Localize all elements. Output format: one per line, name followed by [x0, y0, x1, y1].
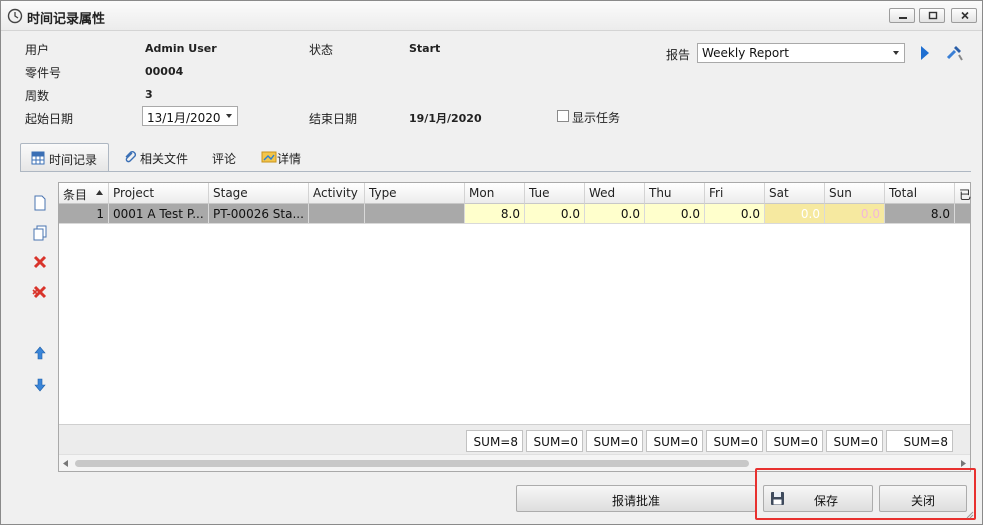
- column-header-sun[interactable]: Sun: [825, 183, 885, 204]
- column-header-stage[interactable]: Stage: [209, 183, 309, 204]
- grid-summary-row: SUM=8 SUM=0 SUM=0 SUM=0 SUM=0 SUM=0 SUM=…: [59, 424, 970, 454]
- chevron-down-icon: [226, 114, 232, 118]
- report-label: 报告: [666, 48, 691, 62]
- move-down-icon[interactable]: [32, 377, 48, 393]
- start-date-value: 13/1月/2020: [147, 111, 221, 125]
- tab-label: 详情: [277, 152, 302, 166]
- cell-approved[interactable]: [955, 204, 970, 224]
- column-header-approved[interactable]: 已: [955, 183, 971, 204]
- paperclip-icon: [125, 151, 136, 163]
- column-header-tue[interactable]: Tue: [525, 183, 585, 204]
- user-label: 用户: [25, 43, 50, 57]
- cell-thu[interactable]: 0.0: [645, 204, 705, 224]
- sum-total: SUM=8: [886, 430, 953, 452]
- cell-tue[interactable]: 0.0: [525, 204, 585, 224]
- column-header-project[interactable]: Project: [109, 183, 209, 204]
- sum-mon: SUM=8: [466, 430, 523, 452]
- column-header-sat[interactable]: Sat: [765, 183, 825, 204]
- minimize-icon: [899, 17, 907, 19]
- cell-wed[interactable]: 0.0: [585, 204, 645, 224]
- column-header-type[interactable]: Type: [365, 183, 465, 204]
- cell-type[interactable]: [365, 204, 465, 224]
- submit-for-approval-button[interactable]: 报请批准: [516, 485, 756, 512]
- time-record-properties-window: 时间记录属性 用户 Admin User 零件号 00004 周数 3 起始日期…: [0, 0, 983, 525]
- title-bar: 时间记录属性: [1, 1, 982, 31]
- report-value: Weekly Report: [702, 46, 789, 60]
- sum-wed: SUM=0: [586, 430, 643, 452]
- scroll-right-icon[interactable]: [961, 460, 966, 467]
- maximize-icon: [928, 11, 938, 20]
- status-label: 状态: [309, 43, 334, 57]
- tab-related-files[interactable]: 相关文件: [113, 143, 197, 171]
- close-icon: [961, 11, 969, 20]
- report-tools-icon[interactable]: [945, 43, 965, 63]
- chevron-down-icon: [893, 51, 899, 55]
- cell-activity[interactable]: [309, 204, 365, 224]
- part-number-value: 00004: [145, 65, 184, 78]
- cell-sun[interactable]: 0.0: [825, 204, 885, 224]
- scrollbar-thumb[interactable]: [75, 460, 749, 467]
- tab-label: 时间记录: [49, 153, 98, 167]
- sort-ascending-icon: [96, 190, 103, 195]
- time-records-grid[interactable]: 条目 Project Stage Activity Type Mon Tue W…: [58, 182, 971, 472]
- week-value: 3: [145, 88, 153, 101]
- details-icon: [261, 151, 277, 163]
- clock-gear-icon: [7, 8, 23, 24]
- grid-icon: [31, 151, 45, 165]
- cell-sat[interactable]: 0.0: [765, 204, 825, 224]
- window-title: 时间记录属性: [27, 12, 106, 27]
- highlight-box: [755, 468, 976, 520]
- column-header-fri[interactable]: Fri: [705, 183, 765, 204]
- sum-fri: SUM=0: [706, 430, 763, 452]
- sum-sat: SUM=0: [766, 430, 823, 452]
- tab-comments[interactable]: 评论: [203, 143, 247, 171]
- show-tasks-label: 显示任务: [572, 111, 621, 125]
- cell-fri[interactable]: 0.0: [705, 204, 765, 224]
- user-value: Admin User: [145, 42, 217, 55]
- tab-label: 评论: [212, 152, 237, 166]
- cell-mon[interactable]: 8.0: [465, 204, 525, 224]
- tab-details[interactable]: 详情: [251, 143, 311, 171]
- move-up-icon[interactable]: [32, 345, 48, 361]
- show-tasks-checkbox[interactable]: [557, 110, 569, 122]
- column-header-thu[interactable]: Thu: [645, 183, 705, 204]
- resize-grip-icon[interactable]: [964, 509, 974, 519]
- cell-project[interactable]: 0001 A Test P...: [109, 204, 209, 224]
- minimize-button[interactable]: [889, 8, 915, 23]
- start-date-picker[interactable]: 13/1月/2020: [142, 106, 238, 126]
- cell-stage[interactable]: PT-00026 Sta...: [209, 204, 309, 224]
- part-number-label: 零件号: [25, 66, 62, 80]
- close-window-button[interactable]: [951, 8, 977, 23]
- column-header-wed[interactable]: Wed: [585, 183, 645, 204]
- sum-thu: SUM=0: [646, 430, 703, 452]
- delete-all-icon[interactable]: [32, 284, 48, 300]
- delete-record-icon[interactable]: [32, 254, 48, 270]
- new-record-icon[interactable]: [32, 195, 48, 211]
- run-report-icon[interactable]: [919, 45, 931, 61]
- cell-entry[interactable]: 1: [59, 204, 109, 224]
- cell-total[interactable]: 8.0: [885, 204, 955, 224]
- tab-label: 相关文件: [140, 152, 189, 166]
- column-header-activity[interactable]: Activity: [309, 183, 365, 204]
- week-label: 周数: [25, 89, 50, 103]
- tab-time-records[interactable]: 时间记录: [20, 143, 109, 171]
- sum-tue: SUM=0: [526, 430, 583, 452]
- column-header-entry[interactable]: 条目: [59, 183, 109, 204]
- column-header-mon[interactable]: Mon: [465, 183, 525, 204]
- tab-divider: [20, 171, 971, 172]
- end-date-value: 19/1月/2020: [409, 112, 482, 125]
- end-date-label: 结束日期: [309, 112, 358, 126]
- copy-record-icon[interactable]: [32, 225, 48, 241]
- scroll-left-icon[interactable]: [63, 460, 68, 467]
- column-header-total[interactable]: Total: [885, 183, 955, 204]
- maximize-button[interactable]: [919, 8, 945, 23]
- sum-sun: SUM=0: [826, 430, 883, 452]
- start-date-label: 起始日期: [25, 112, 74, 126]
- report-select[interactable]: Weekly Report: [697, 43, 905, 63]
- status-value: Start: [409, 42, 441, 55]
